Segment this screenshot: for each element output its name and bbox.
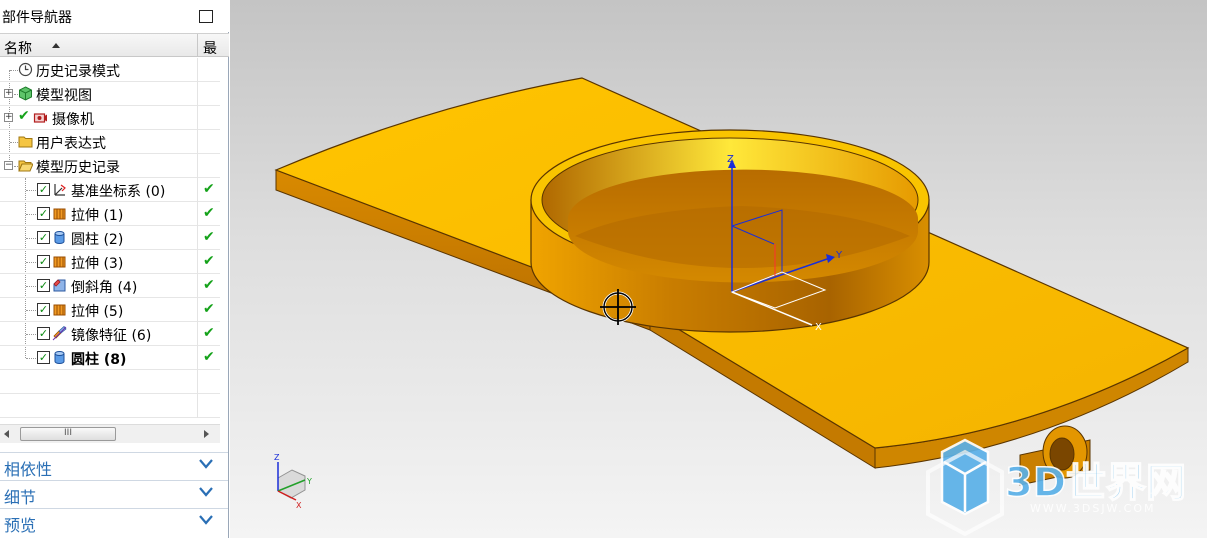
datum-csys-icon [54, 184, 66, 196]
checkbox[interactable]: ✓ [37, 255, 50, 268]
feature-row-extrude-5[interactable]: ✓ 拉伸 (5) ✔ [0, 298, 220, 322]
column-header: 名称 最 [0, 33, 229, 57]
tree-node-label: 基准坐标系 (0) [71, 184, 166, 200]
tree-node-user-expressions[interactable]: 用户表达式 [0, 130, 220, 154]
scroll-right-icon[interactable] [204, 430, 209, 438]
folder-open-icon [18, 160, 33, 172]
extrude-icon [53, 304, 66, 316]
latest-check-icon: ✔ [203, 277, 215, 293]
section-preview[interactable]: 预览 [0, 508, 228, 535]
latest-check-icon: ✔ [203, 229, 215, 245]
triad-x-label: X [296, 501, 302, 510]
axis-y-label: Y [835, 250, 843, 261]
axis-x-label: X [815, 322, 822, 333]
latest-check-icon: ✔ [203, 301, 215, 317]
extrude-icon [53, 208, 66, 220]
scroll-thumb[interactable]: III [20, 427, 116, 441]
view-triad-icon[interactable]: Z Y X [274, 453, 312, 510]
collapse-icon[interactable]: − [4, 161, 13, 170]
tree-node-label: 圆柱 (8) [71, 352, 127, 368]
section-title: 相依性 [4, 460, 53, 479]
camera-icon [33, 113, 47, 123]
latest-check-icon: ✔ [203, 325, 215, 341]
section-title: 预览 [4, 516, 37, 535]
checkbox[interactable]: ✓ [37, 327, 50, 340]
empty-row [0, 394, 220, 418]
feature-tree: 历史记录模式 + 模型视图 + ✔ 摄像机 用户表达式 − 模型历史记录 ✓ 基… [0, 58, 220, 422]
tree-node-label: 用户表达式 [36, 136, 106, 152]
tree-node-model-history[interactable]: − 模型历史记录 [0, 154, 220, 178]
part-navigator-panel: 部件导航器 名称 最 历史记录模式 + 模型视图 + ✔ 摄像机 用户表达式 −… [0, 0, 229, 538]
tree-node-label: 拉伸 (3) [71, 256, 124, 272]
folder-icon [18, 136, 33, 148]
tree-node-label: 圆柱 (2) [71, 232, 124, 248]
tree-node-history-mode[interactable]: 历史记录模式 [0, 58, 220, 82]
check-icon: ✔ [18, 108, 30, 124]
latest-check-icon: ✔ [203, 253, 215, 269]
chamfer-icon [53, 279, 66, 292]
chevron-down-icon[interactable] [198, 457, 214, 471]
tree-node-label: 历史记录模式 [36, 64, 120, 80]
horizontal-scrollbar[interactable]: III [0, 424, 220, 443]
tree-node-cameras[interactable]: + ✔ 摄像机 [0, 106, 220, 130]
checkbox[interactable]: ✓ [37, 351, 50, 364]
expand-icon[interactable]: + [4, 113, 13, 122]
tree-node-label: 模型历史记录 [36, 160, 120, 176]
tree-node-model-views[interactable]: + 模型视图 [0, 82, 220, 106]
clock-icon [18, 62, 33, 77]
navigator-title: 部件导航器 [2, 10, 72, 26]
checkbox[interactable]: ✓ [37, 279, 50, 292]
latest-check-icon: ✔ [203, 181, 215, 197]
tree-node-label: 摄像机 [52, 112, 94, 128]
feature-row-extrude-3[interactable]: ✓ 拉伸 (3) ✔ [0, 250, 220, 274]
tree-node-label: 镜像特征 (6) [71, 328, 152, 344]
chevron-down-icon[interactable] [198, 485, 214, 499]
section-details[interactable]: 细节 [0, 480, 228, 507]
axis-z-label: Z [727, 154, 734, 165]
tree-node-label: 拉伸 (1) [71, 208, 124, 224]
tree-node-label: 拉伸 (5) [71, 304, 124, 320]
navigator-titlebar: 部件导航器 [0, 0, 229, 32]
feature-row-cylinder-8[interactable]: ✓ 圆柱 (8) ✔ [0, 346, 220, 370]
extrude-icon [53, 256, 66, 268]
triad-y-label: Y [306, 477, 312, 486]
checkbox[interactable]: ✓ [37, 183, 50, 196]
feature-row-datum-csys[interactable]: ✓ 基准坐标系 (0) ✔ [0, 178, 220, 202]
watermark-url: WWW.3DSJW.COM [1030, 502, 1156, 515]
expand-icon[interactable]: + [4, 89, 13, 98]
sort-ascending-icon [52, 43, 60, 48]
feature-row-extrude-1[interactable]: ✓ 拉伸 (1) ✔ [0, 202, 220, 226]
section-title: 细节 [4, 488, 37, 507]
section-dependencies[interactable]: 相依性 [0, 452, 228, 479]
latest-check-icon: ✔ [203, 349, 215, 365]
feature-row-mirror-6[interactable]: ✓ 镜像特征 (6) ✔ [0, 322, 220, 346]
maximize-icon[interactable] [199, 10, 213, 23]
feature-row-cylinder-2[interactable]: ✓ 圆柱 (2) ✔ [0, 226, 220, 250]
scroll-left-icon[interactable] [4, 430, 9, 438]
watermark-text: 3D世界网 [1005, 460, 1186, 506]
tree-node-label: 模型视图 [36, 88, 92, 104]
column-divider[interactable] [197, 34, 198, 57]
checkbox[interactable]: ✓ [37, 207, 50, 220]
feature-row-chamfer-4[interactable]: ✓ 倒斜角 (4) ✔ [0, 274, 220, 298]
checkbox[interactable]: ✓ [37, 231, 50, 244]
checkbox[interactable]: ✓ [37, 303, 50, 316]
column-header-name[interactable]: 名称 [4, 38, 32, 58]
column-header-latest[interactable]: 最 [203, 38, 217, 58]
chevron-down-icon[interactable] [198, 513, 214, 527]
cylinder-icon [54, 231, 65, 244]
model-views-icon [19, 86, 32, 101]
tree-node-label: 倒斜角 (4) [71, 280, 138, 296]
mirror-feature-icon [52, 326, 67, 341]
triad-z-label: Z [274, 453, 280, 462]
latest-check-icon: ✔ [203, 205, 215, 221]
empty-row [0, 370, 220, 394]
graphics-viewport[interactable]: Z Y X Z Y X 3D世界网 WWW.3DSJW.COM [230, 0, 1207, 538]
cylinder-icon [54, 351, 65, 364]
